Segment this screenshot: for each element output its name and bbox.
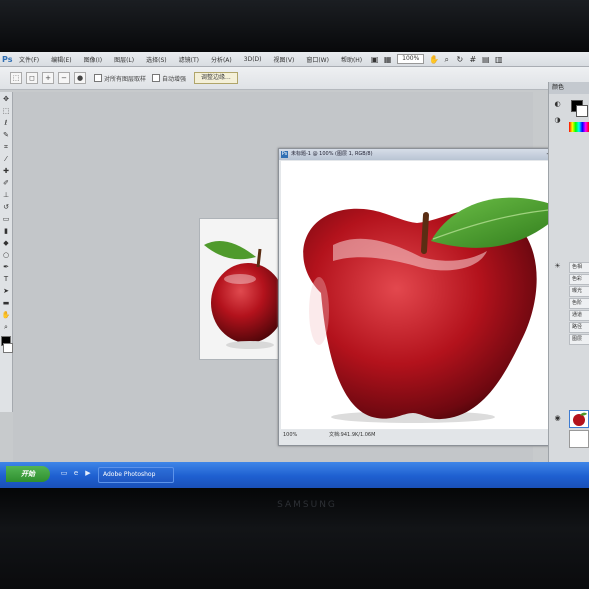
menu-image[interactable]: 图像(I) bbox=[78, 55, 108, 64]
panel-row-levels[interactable]: 色阶 bbox=[569, 298, 589, 309]
auto-enhance-checkbox[interactable] bbox=[152, 74, 161, 82]
layer-thumbnail-background[interactable] bbox=[569, 430, 589, 448]
panels-dock: 颜色 ◐ ◑ ☀ 色相 色彩 曝光 色阶 通道 路径 图层 ◉ bbox=[548, 82, 589, 472]
stamp-icon[interactable]: ⊥ bbox=[1, 190, 11, 200]
color-spectrum[interactable] bbox=[569, 122, 589, 132]
document-zoom-field[interactable]: 100% bbox=[283, 430, 297, 440]
screen: Ps 文件(F) 编辑(E) 图像(I) 图层(L) 选择(S) 滤镜(T) 分… bbox=[0, 52, 589, 488]
workspace-icon[interactable]: ▥ bbox=[494, 55, 503, 64]
gradient-icon[interactable]: ▮ bbox=[1, 226, 11, 236]
menu-edit[interactable]: 编辑(E) bbox=[45, 55, 77, 64]
auto-enhance-label: 自动增强 bbox=[162, 75, 187, 83]
quicklaunch-media-icon[interactable]: ▶ bbox=[84, 469, 92, 477]
panel-row-paths[interactable]: 路径 bbox=[569, 322, 589, 333]
marquee-icon[interactable]: ⬚ bbox=[1, 106, 11, 116]
panel-tool-icon-1[interactable]: ◐ bbox=[553, 100, 562, 109]
monitor-bezel-top bbox=[0, 0, 589, 52]
layout-icon[interactable]: ▤ bbox=[481, 55, 490, 64]
move-icon[interactable]: ✥ bbox=[1, 94, 11, 104]
document-size-readout: 文档:941.9K/1.06M bbox=[329, 432, 376, 438]
zoom-icon[interactable]: ⌕ bbox=[1, 322, 11, 332]
subtract-selection-icon[interactable]: − bbox=[58, 72, 70, 84]
menu-layer[interactable]: 图层(L) bbox=[108, 55, 140, 64]
crop-icon[interactable]: ⌗ bbox=[1, 142, 11, 152]
quicklaunch-browser-icon[interactable]: e bbox=[72, 469, 80, 477]
color-panel-header[interactable]: 颜色 bbox=[549, 82, 589, 94]
quick-select-icon[interactable]: ✎ bbox=[1, 130, 11, 140]
new-selection-icon[interactable]: ◻ bbox=[26, 72, 38, 84]
eraser-icon[interactable]: ▭ bbox=[1, 214, 11, 224]
eyedropper-icon[interactable]: ⁄ bbox=[1, 154, 11, 164]
canvas[interactable] bbox=[281, 161, 567, 429]
document-title-bar[interactable]: Ps 未标题-1 @ 100% (图层 1, RGB/8) − □ × bbox=[279, 149, 579, 160]
tool-preset-icon[interactable]: ⬚ bbox=[10, 72, 22, 84]
sample-all-layers-checkbox[interactable] bbox=[94, 74, 102, 82]
toolbox: ✥ ⬚ ℓ ✎ ⌗ ⁄ ✚ ✐ ⊥ ↺ ▭ ▮ ◆ ○ ✒ T ➤ ▬ ✋ ⌕ bbox=[0, 92, 13, 412]
quicklaunch-desktop-icon[interactable]: ▭ bbox=[60, 469, 68, 477]
hand-tool-icon[interactable]: ✋ bbox=[429, 55, 439, 64]
add-selection-icon[interactable]: + bbox=[42, 72, 54, 84]
options-bar: ⬚ ◻ + − ● 对所有图层取样 自动增强 调整边缘... bbox=[0, 67, 589, 90]
zoom-level-select[interactable]: 100% bbox=[397, 54, 425, 64]
pen-icon[interactable]: ✒ bbox=[1, 262, 11, 272]
menu-window[interactable]: 窗口(W) bbox=[300, 55, 335, 64]
history-brush-icon[interactable]: ↺ bbox=[1, 202, 11, 212]
healing-icon[interactable]: ✚ bbox=[1, 166, 11, 176]
arrange-icon[interactable]: ▦ bbox=[383, 55, 392, 64]
path-select-icon[interactable]: ➤ bbox=[1, 286, 11, 296]
panel-row-hue[interactable]: 色相 bbox=[569, 262, 589, 273]
document-title: 未标题-1 @ 100% (图层 1, RGB/8) bbox=[291, 151, 373, 157]
sample-all-layers-label: 对所有图层取样 bbox=[104, 75, 147, 83]
background-color-swatch[interactable] bbox=[3, 343, 13, 353]
photoshop-logo-icon: Ps bbox=[2, 54, 13, 64]
panel-row-channels[interactable]: 通道 bbox=[569, 310, 589, 321]
monitor-brand-logo: SAMSUNG bbox=[277, 500, 337, 510]
panel-row-exposure[interactable]: 曝光 bbox=[569, 286, 589, 297]
apple-image-small bbox=[204, 241, 285, 349]
layer-visibility-icon[interactable]: ◉ bbox=[553, 414, 562, 423]
brush-icon[interactable]: ✐ bbox=[1, 178, 11, 188]
menu-help[interactable]: 帮助(H) bbox=[335, 55, 368, 64]
zoom-tool-icon[interactable]: ⌕ bbox=[442, 55, 451, 64]
taskbar-photoshop-button[interactable]: Adobe Photoshop bbox=[98, 467, 174, 483]
menu-analysis[interactable]: 分析(A) bbox=[205, 55, 238, 64]
menu-file[interactable]: 文件(F) bbox=[13, 55, 45, 64]
menu-view[interactable]: 视图(V) bbox=[268, 55, 301, 64]
type-icon[interactable]: T bbox=[1, 274, 11, 284]
layer-thumbnail-apple[interactable] bbox=[569, 410, 589, 428]
shape-icon[interactable]: ▬ bbox=[1, 298, 11, 308]
background-swatch[interactable] bbox=[576, 105, 588, 117]
taskbar: 开始 ▭ e ▶ Adobe Photoshop bbox=[0, 462, 589, 488]
panel-row-color[interactable]: 色彩 bbox=[569, 274, 589, 285]
panel-tool-icon-2[interactable]: ◑ bbox=[553, 116, 562, 125]
blur-icon[interactable]: ◆ bbox=[1, 238, 11, 248]
layer-apple-thumb bbox=[573, 412, 587, 426]
brush-size-icon[interactable]: ● bbox=[74, 72, 86, 84]
start-button[interactable]: 开始 bbox=[6, 466, 50, 482]
hand-icon[interactable]: ✋ bbox=[1, 310, 11, 320]
menu-filter[interactable]: 滤镜(T) bbox=[173, 55, 205, 64]
menu-select[interactable]: 选择(S) bbox=[140, 55, 173, 64]
apple-image bbox=[303, 197, 565, 423]
menu-bar: Ps 文件(F) 编辑(E) 图像(I) 图层(L) 选择(S) 滤镜(T) 分… bbox=[0, 52, 589, 67]
lasso-icon[interactable]: ℓ bbox=[1, 118, 11, 128]
document-status-bar: 100% 文档:941.9K/1.06M bbox=[281, 430, 567, 440]
menu-3d[interactable]: 3D(D) bbox=[238, 56, 268, 63]
document-window-main[interactable]: Ps 未标题-1 @ 100% (图层 1, RGB/8) − □ × bbox=[278, 148, 580, 446]
refine-edge-button[interactable]: 调整边缘... bbox=[194, 72, 238, 84]
panel-row-layers[interactable]: 图层 bbox=[569, 334, 589, 345]
rotate-view-icon[interactable]: ↻ bbox=[455, 55, 464, 64]
dodge-icon[interactable]: ○ bbox=[1, 250, 11, 260]
ps-document-icon: Ps bbox=[281, 151, 288, 158]
adjustments-icon[interactable]: ☀ bbox=[553, 262, 562, 271]
screen-mode-icon[interactable]: ▣ bbox=[370, 55, 379, 64]
grid-icon[interactable]: # bbox=[468, 55, 477, 64]
document-window-small[interactable] bbox=[199, 218, 285, 360]
